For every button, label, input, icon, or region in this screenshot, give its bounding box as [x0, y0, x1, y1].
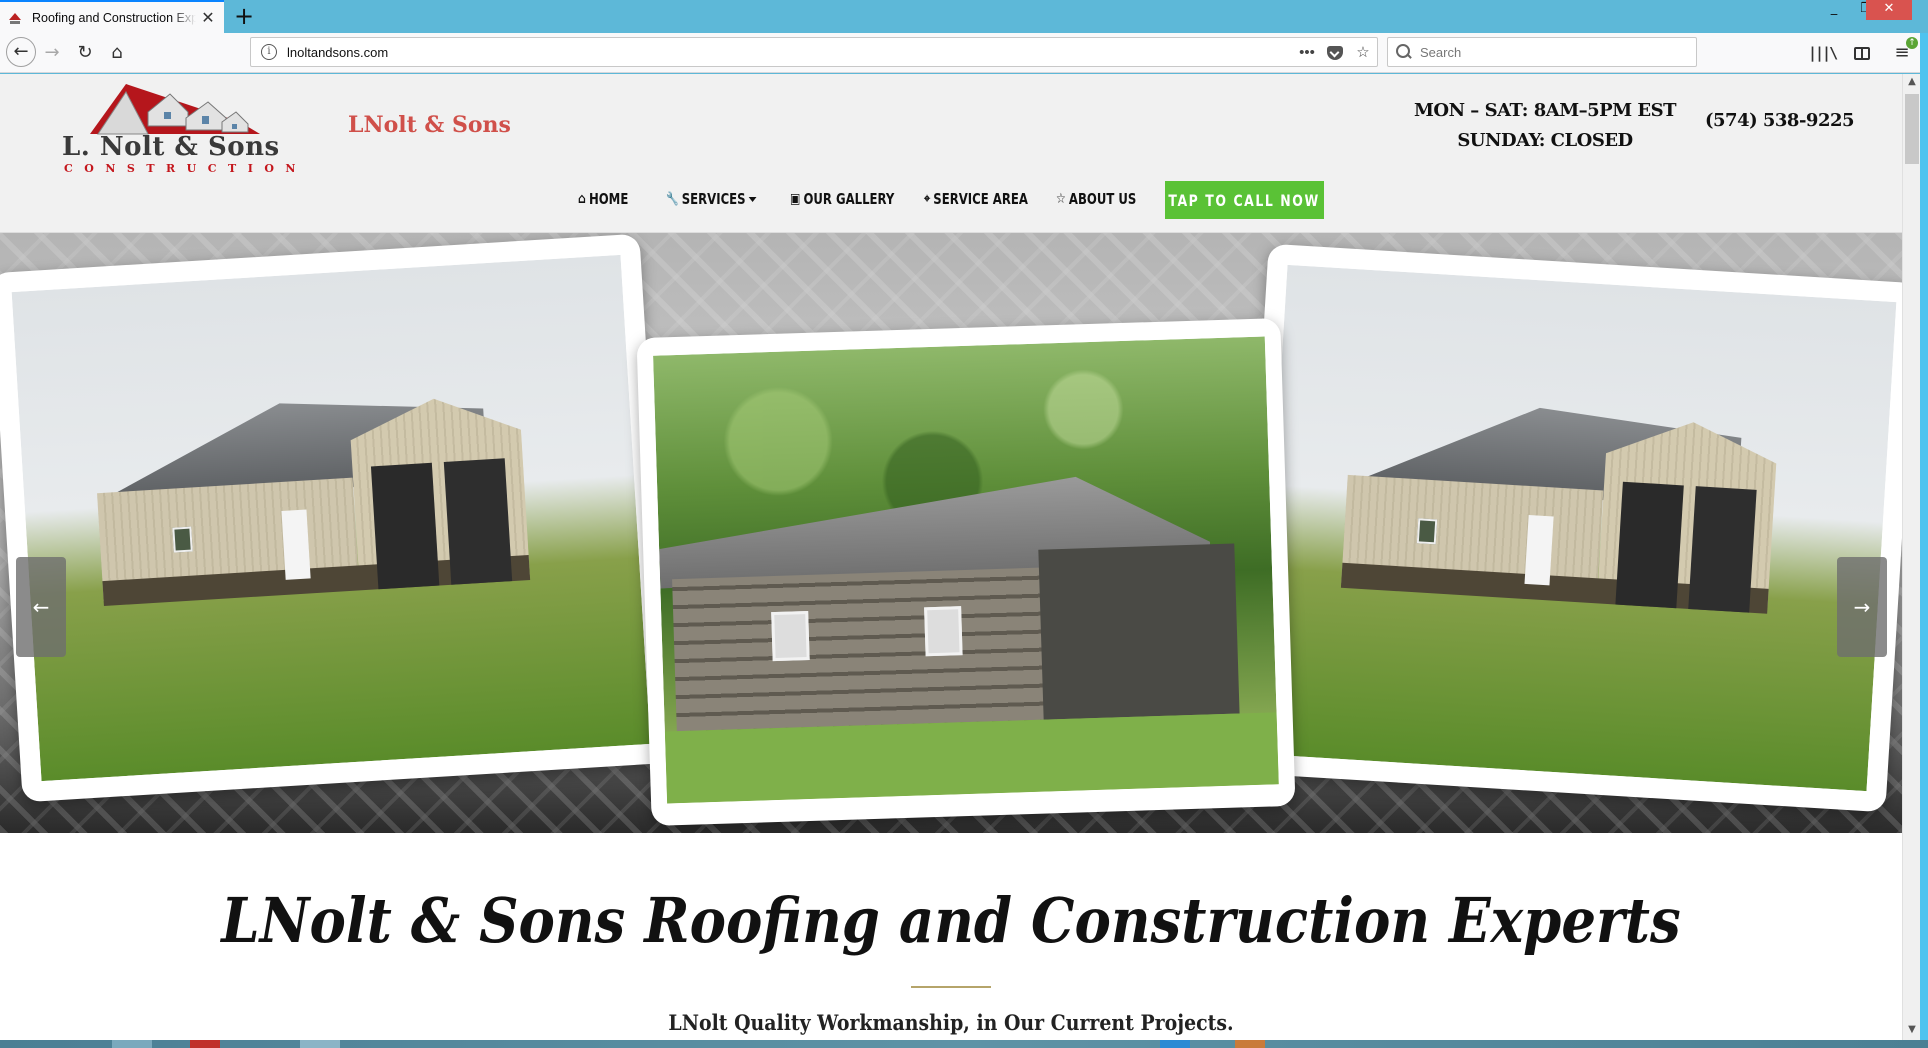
garage-photo	[1257, 264, 1897, 792]
pocket-icon[interactable]	[1321, 44, 1349, 61]
page-heading: LNolt & Sons Roofing and Construction Ex…	[114, 884, 1788, 957]
logo-name: L. Nolt & Sons	[62, 132, 280, 162]
windows-taskbar	[0, 1040, 1928, 1048]
slider-prev-button[interactable]: ←	[16, 557, 66, 657]
slide-photo-center[interactable]	[636, 318, 1296, 826]
garage-photo	[11, 254, 651, 782]
url-bar[interactable]: i lnoltandsons.com ••• ☆	[250, 37, 1378, 67]
tab-title: Roofing and Construction Experts	[32, 10, 196, 25]
site-logo[interactable]: L. Nolt & Sons CONSTRUCTION	[62, 82, 295, 175]
image-slider: ← →	[0, 233, 1902, 833]
browser-window: Roofing and Construction Experts ✕ + _ ❐…	[0, 0, 1928, 1048]
sidebar-icon[interactable]	[1848, 39, 1876, 67]
nav-label: Service Area	[933, 190, 1028, 208]
web-page: L. Nolt & Sons CONSTRUCTION LNolt & Sons…	[0, 74, 1902, 1040]
scrollbar-thumb[interactable]	[1905, 94, 1919, 164]
tap-to-call-button[interactable]: TAP TO CALL NOW	[1165, 181, 1324, 219]
nav-label: Home	[588, 190, 629, 208]
new-tab-button[interactable]: +	[230, 2, 258, 30]
nav-item-home[interactable]: ⌂ Home	[578, 190, 647, 208]
home-button[interactable]: ⌂	[103, 39, 131, 67]
heading-rest: Roofing and Construction Experts	[625, 884, 1681, 957]
scroll-up-icon[interactable]: ▲	[1903, 76, 1921, 90]
update-badge-icon: ↑	[1906, 37, 1918, 49]
nav-label: Services	[681, 190, 746, 208]
desktop-edge	[1920, 33, 1928, 1048]
hamburger-menu-icon[interactable]: ≡ ↑	[1888, 37, 1918, 67]
taskbar-item[interactable]	[1160, 1040, 1190, 1048]
logo-tagline: CONSTRUCTION	[64, 162, 307, 175]
back-button[interactable]: ←	[6, 37, 36, 67]
site-info-icon[interactable]: i	[261, 44, 277, 60]
bookmark-star-icon[interactable]: ☆	[1349, 43, 1377, 61]
favicon-icon	[8, 11, 22, 25]
heading-divider	[911, 986, 991, 988]
search-icon	[1396, 44, 1412, 60]
slide-photo-right[interactable]	[1236, 243, 1902, 813]
forward-button[interactable]: →	[38, 39, 66, 67]
hours-sunday: SUNDAY: CLOSED	[1457, 130, 1633, 151]
page-scrollbar[interactable]: ▲ ▼	[1902, 74, 1920, 1040]
tab-strip: Roofing and Construction Experts ✕ + _ ❐…	[0, 0, 1928, 33]
camera-icon: ▣	[790, 191, 801, 207]
cta-label: TAP TO CALL NOW	[1168, 190, 1321, 210]
nav-item-services[interactable]: 🔧 Services	[666, 190, 763, 208]
chevron-down-icon	[748, 196, 757, 202]
home-icon: ⌂	[578, 191, 586, 207]
slider-next-button[interactable]: →	[1837, 557, 1887, 657]
close-window-button[interactable]: ✕	[1866, 0, 1912, 20]
phone-number[interactable]: (574) 538-9225	[1705, 110, 1855, 131]
browser-toolbar: ← → ↻ ⌂ i lnoltandsons.com ••• ☆ Search …	[0, 33, 1928, 73]
nav-item-service-area[interactable]: ⌖ Service Area	[924, 190, 1028, 208]
page-actions-icon[interactable]: •••	[1293, 44, 1321, 61]
hours-weekday: MON – SAT: 8AM–5PM EST	[1413, 100, 1677, 121]
business-hours: MON – SAT: 8AM–5PM EST SUNDAY: CLOSED	[1400, 96, 1690, 156]
nav-label: About Us	[1068, 190, 1137, 208]
search-placeholder: Search	[1420, 44, 1462, 60]
site-brand-name[interactable]: LNolt & Sons	[348, 112, 511, 138]
heading-brand: LNolt & Sons	[221, 884, 626, 957]
page-subheading: LNolt Quality Workmanship, in Our Curren…	[668, 1010, 1234, 1035]
roof-logo-icon	[90, 84, 260, 135]
scroll-down-icon[interactable]: ▼	[1903, 1024, 1921, 1038]
cabin-photo	[653, 336, 1279, 804]
taskbar-item[interactable]	[112, 1040, 152, 1048]
search-input[interactable]: Search	[1387, 37, 1697, 67]
nav-item-gallery[interactable]: ▣ Our Gallery	[790, 190, 895, 208]
star-icon: ☆	[1056, 191, 1066, 207]
nav-item-about[interactable]: ☆ About Us	[1056, 190, 1142, 208]
taskbar-item[interactable]	[1235, 1040, 1265, 1048]
map-marker-icon: ⌖	[924, 191, 931, 207]
main-nav: ⌂ Home 🔧 Services ▣ Our Gallery ⌖ Servic…	[578, 180, 1166, 218]
taskbar-item[interactable]	[300, 1040, 340, 1048]
url-text[interactable]: lnoltandsons.com	[287, 45, 1293, 60]
wrench-icon: 🔧	[666, 191, 679, 207]
slide-photo-left[interactable]	[0, 233, 672, 803]
tab-close-icon[interactable]: ✕	[200, 8, 216, 27]
taskbar-item[interactable]	[190, 1040, 220, 1048]
site-header: L. Nolt & Sons CONSTRUCTION LNolt & Sons…	[0, 74, 1902, 233]
reload-button[interactable]: ↻	[71, 39, 99, 67]
tab-active[interactable]: Roofing and Construction Experts ✕	[0, 0, 224, 33]
library-icon[interactable]: |||\	[1808, 39, 1838, 67]
nav-label: Our Gallery	[803, 190, 895, 208]
